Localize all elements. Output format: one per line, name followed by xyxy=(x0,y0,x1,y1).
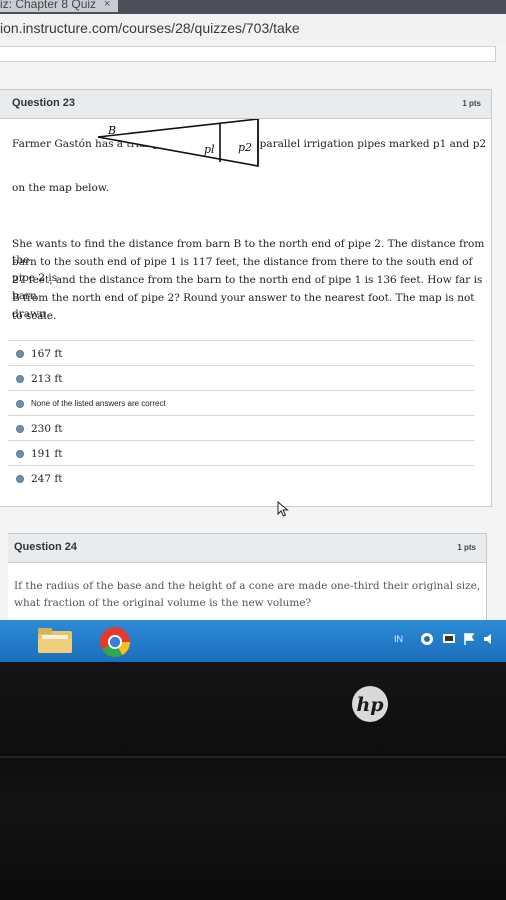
chrome-icon[interactable] xyxy=(98,625,132,659)
laptop-bezel xyxy=(0,662,506,900)
question-23: Question 23 1 pts Farmer Gastón has a tr… xyxy=(0,89,492,507)
hp-logo: hp xyxy=(352,686,388,722)
question-text-line: If the radius of the base and the height… xyxy=(14,580,481,592)
address-bar[interactable]: ion.instructure.com/courses/28/quizzes/7… xyxy=(0,14,506,45)
question-body-line: B from the north end of pipe 2? Round yo… xyxy=(12,292,475,320)
answer-label: 230 ft xyxy=(31,422,63,435)
question-title: Question 23 xyxy=(12,97,75,109)
radio-button[interactable] xyxy=(16,374,24,383)
tab-close-icon[interactable]: × xyxy=(104,0,110,10)
network-icon[interactable] xyxy=(420,632,434,646)
tab-title: iz: Chapter 8 Quiz xyxy=(0,0,97,11)
svg-text:hp: hp xyxy=(356,694,384,716)
answer-label: 167 ft xyxy=(31,347,63,360)
quiz-page: Question 23 1 pts Farmer Gastón has a tr… xyxy=(0,44,506,620)
tab-strip: iz: Chapter 8 Quiz × xyxy=(0,0,506,14)
question-text-line2: on the map below. xyxy=(12,182,109,194)
pipe-1-label: pl xyxy=(204,143,215,156)
answer-label: None of the listed answers are correct xyxy=(31,399,166,408)
question-title: Question 24 xyxy=(14,541,77,553)
question-text-line: what fraction of the original volume is … xyxy=(14,597,312,609)
file-explorer-icon[interactable] xyxy=(36,625,74,657)
question-24: Question 24 1 pts If the radius of the b… xyxy=(8,533,487,620)
question-header: Question 23 1 pts xyxy=(0,90,491,119)
radio-button[interactable] xyxy=(16,449,24,458)
answer-option[interactable]: 191 ft xyxy=(8,440,474,466)
radio-button[interactable] xyxy=(16,349,24,358)
taskbar: IN xyxy=(0,620,506,662)
pipe-2-label: p2 xyxy=(238,141,252,154)
url-text[interactable]: ion.instructure.com/courses/28/quizzes/7… xyxy=(0,20,300,36)
answer-label: 191 ft xyxy=(31,447,63,460)
answer-option[interactable]: 213 ft xyxy=(8,365,474,391)
barn-b-label: B xyxy=(107,124,116,137)
triangle-field-diagram: B pl p2 xyxy=(97,119,259,167)
flag-icon[interactable] xyxy=(462,632,476,646)
triangle-field xyxy=(97,119,259,167)
question-header: Question 24 1 pts xyxy=(8,534,486,563)
radio-button[interactable] xyxy=(16,474,24,483)
answer-option[interactable]: 167 ft xyxy=(8,340,474,366)
question-points: 1 pts xyxy=(462,99,481,108)
volume-icon[interactable] xyxy=(482,632,496,646)
answer-option[interactable]: None of the listed answers are correct xyxy=(8,390,474,416)
answer-label: 213 ft xyxy=(31,372,63,385)
mouse-cursor-icon xyxy=(277,501,289,517)
radio-button[interactable] xyxy=(16,399,24,408)
tab-quiz[interactable]: iz: Chapter 8 Quiz × xyxy=(0,0,119,12)
display-icon[interactable] xyxy=(442,632,456,646)
radio-button[interactable] xyxy=(16,424,24,433)
question-points: 1 pts xyxy=(457,543,476,552)
answer-option[interactable]: 247 ft xyxy=(8,465,474,491)
answer-label: 247 ft xyxy=(31,472,63,485)
language-indicator[interactable]: IN xyxy=(394,634,403,644)
answer-option[interactable]: 230 ft xyxy=(8,415,474,441)
previous-question-box xyxy=(0,46,496,62)
question-body-line: to scale. xyxy=(12,310,57,322)
bezel-edge xyxy=(0,756,506,758)
